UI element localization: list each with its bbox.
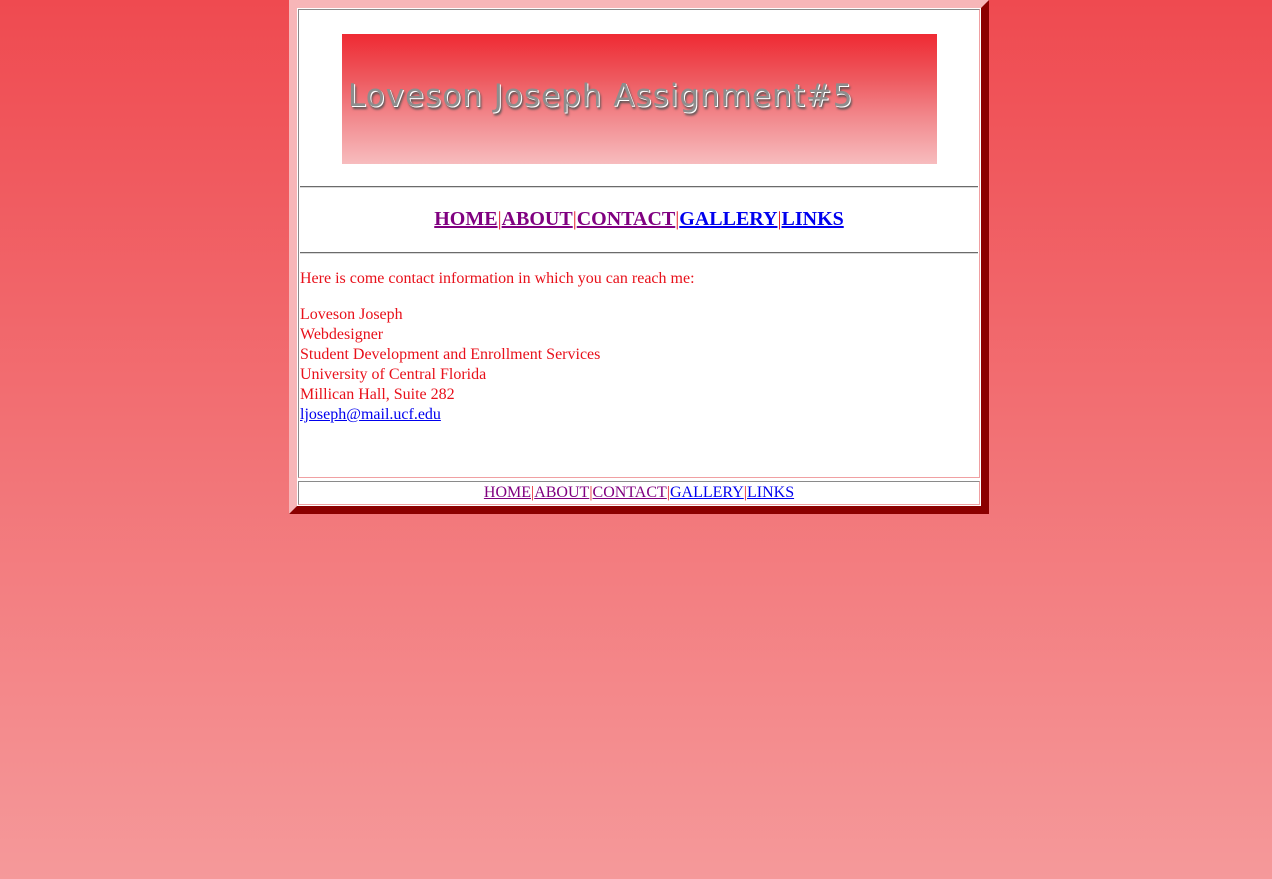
footer-link-home[interactable]: HOME [484,484,531,501]
page-frame: Loveson Joseph Assignment#5 HOME|ABOUT|C… [289,0,989,514]
divider-top [300,186,978,188]
footer-link-contact[interactable]: CONTACT [593,484,667,501]
contact-name: Loveson Joseph [300,306,403,323]
nav-link-gallery[interactable]: GALLERY [679,208,777,230]
header-banner: Loveson Joseph Assignment#5 [342,34,937,164]
main-nav: HOME|ABOUT|CONTACT|GALLERY|LINKS [299,207,979,231]
main-content-cell: Loveson Joseph Assignment#5 HOME|ABOUT|C… [298,9,980,478]
contact-intro: Here is come contact information in whic… [300,270,695,287]
footer-link-gallery[interactable]: GALLERY [670,484,744,501]
footer-link-about[interactable]: ABOUT [534,484,589,501]
nav-link-about[interactable]: ABOUT [502,208,573,230]
nav-link-contact[interactable]: CONTACT [577,208,676,230]
nav-link-home[interactable]: HOME [434,208,497,230]
footer-nav: HOME|ABOUT|CONTACT|GALLERY|LINKS [298,481,980,505]
contact-department: Student Development and Enrollment Servi… [300,346,601,363]
contact-content: Here is come contact information in whic… [300,269,970,425]
nav-link-links[interactable]: LINKS [782,208,844,230]
footer-link-links[interactable]: LINKS [747,484,794,501]
contact-university: University of Central Florida [300,366,487,383]
contact-title: Webdesigner [300,326,384,343]
contact-address: Millican Hall, Suite 282 [300,386,455,403]
contact-email-link[interactable]: ljoseph@mail.ucf.edu [300,406,441,423]
divider-bottom [300,252,978,254]
banner-title: Loveson Joseph Assignment#5 [348,78,854,114]
